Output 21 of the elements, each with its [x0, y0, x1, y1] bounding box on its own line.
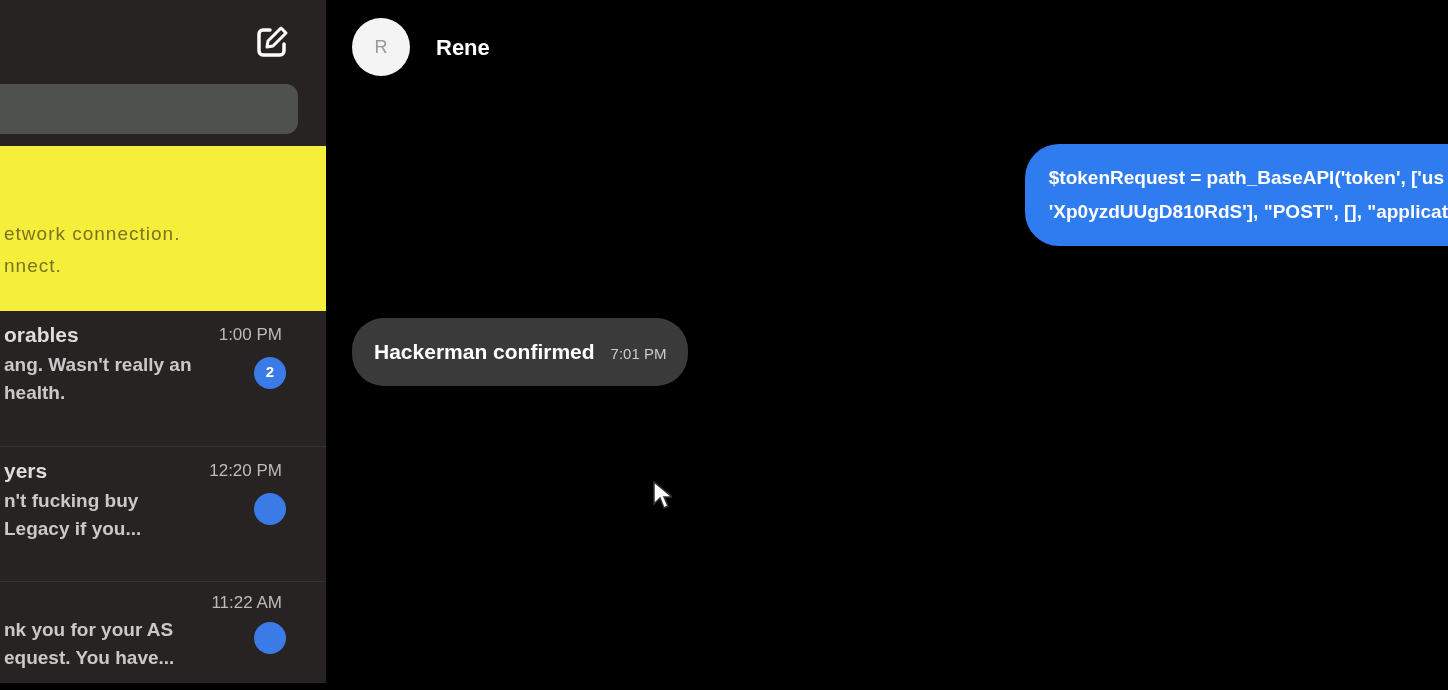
message-time: 7:01 PM — [610, 344, 667, 364]
message-preview: nk you for your AS equest. You have... — [4, 617, 175, 670]
conversation-name: orables — [4, 322, 79, 348]
conversation-item[interactable]: yers 12:20 PM n't fucking buy Legacy if you... — [0, 446, 326, 581]
message-time: 12:20 PM — [209, 460, 282, 482]
contact-name: Rene — [436, 33, 490, 62]
compose-icon[interactable] — [254, 24, 290, 60]
conversation-item[interactable]: 11:22 AM nk you for your AS equest. You have... — [0, 581, 326, 680]
network-warning-banner: etwork connection. nnect. — [0, 146, 326, 311]
message-preview: n't fucking buy Legacy if you... — [4, 488, 142, 541]
contact-avatar: R — [352, 18, 410, 76]
conversation-item[interactable]: orables 1:00 PM ang. Wasn't really an health. 2 — [0, 311, 326, 446]
unread-badge: 2 — [254, 356, 286, 389]
conversation-name: yers — [4, 458, 48, 484]
sent-message-bubble: $tokenRequest = path_BaseAPI('token', ['us 'Xp0yzdUUgD810RdS'], "POST", [], "applicat — [1024, 144, 1448, 246]
mouse-pointer-icon — [652, 480, 672, 510]
message-preview: ang. Wasn't really an health. — [4, 352, 192, 405]
message-text: Hackerman confirmed — [374, 339, 595, 365]
message-time: 11:22 AM — [211, 592, 282, 614]
message-time: 1:00 PM — [218, 324, 282, 346]
search-field[interactable] — [0, 84, 298, 134]
